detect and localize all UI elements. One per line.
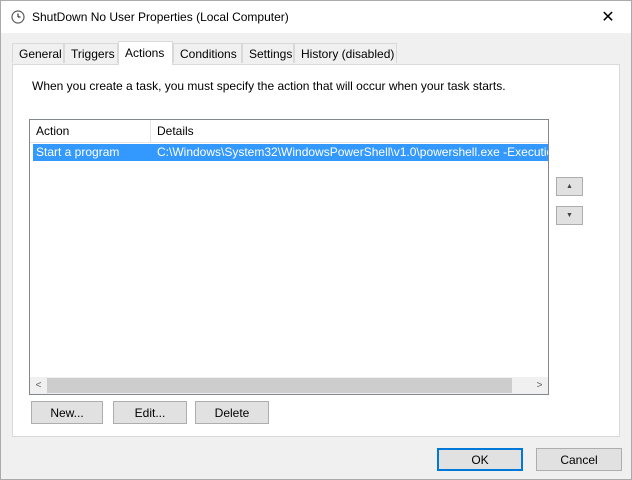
ok-button[interactable]: OK xyxy=(437,448,523,471)
chevron-right-icon: > xyxy=(536,380,543,391)
row-action-cell: Start a program xyxy=(36,145,120,159)
task-clock-icon xyxy=(11,10,25,24)
title-bar: ShutDown No User Properties (Local Compu… xyxy=(1,1,631,33)
actions-panel: When you create a task, you must specify… xyxy=(12,64,620,437)
window-title: ShutDown No User Properties (Local Compu… xyxy=(32,10,289,24)
actions-description: When you create a task, you must specify… xyxy=(32,79,506,93)
column-header-details[interactable]: Details xyxy=(151,120,548,142)
cancel-button[interactable]: Cancel xyxy=(536,448,622,471)
chevron-left-icon: < xyxy=(35,380,42,391)
row-details-cell: C:\Windows\System32\WindowsPowerShell\v1… xyxy=(157,145,548,159)
arrow-down-icon: ▼ xyxy=(566,212,573,219)
close-icon: ✕ xyxy=(601,9,615,26)
tab-triggers[interactable]: Triggers xyxy=(64,43,118,63)
list-header: Action Details xyxy=(30,120,548,143)
properties-dialog: ShutDown No User Properties (Local Compu… xyxy=(0,0,632,480)
arrow-up-icon: ▲ xyxy=(566,183,573,190)
tab-general[interactable]: General xyxy=(12,43,64,63)
move-up-button[interactable]: ▲ xyxy=(556,177,583,196)
scroll-right-button[interactable]: > xyxy=(531,377,548,394)
horizontal-scrollbar[interactable]: < > xyxy=(30,377,548,394)
tab-conditions[interactable]: Conditions xyxy=(173,43,242,63)
scrollbar-thumb[interactable] xyxy=(47,378,512,393)
move-down-button[interactable]: ▼ xyxy=(556,206,583,225)
table-row[interactable]: Start a program C:\Windows\System32\Wind… xyxy=(33,144,548,161)
tab-settings[interactable]: Settings xyxy=(242,43,294,63)
column-header-action[interactable]: Action xyxy=(30,120,151,142)
delete-action-button[interactable]: Delete xyxy=(195,401,269,424)
actions-list[interactable]: Action Details Start a program C:\Window… xyxy=(29,119,549,395)
new-action-button[interactable]: New... xyxy=(31,401,103,424)
close-button[interactable]: ✕ xyxy=(585,1,631,33)
edit-action-button[interactable]: Edit... xyxy=(113,401,187,424)
tab-history[interactable]: History (disabled) xyxy=(294,43,397,63)
scroll-left-button[interactable]: < xyxy=(30,377,47,394)
tab-actions[interactable]: Actions xyxy=(118,41,173,65)
